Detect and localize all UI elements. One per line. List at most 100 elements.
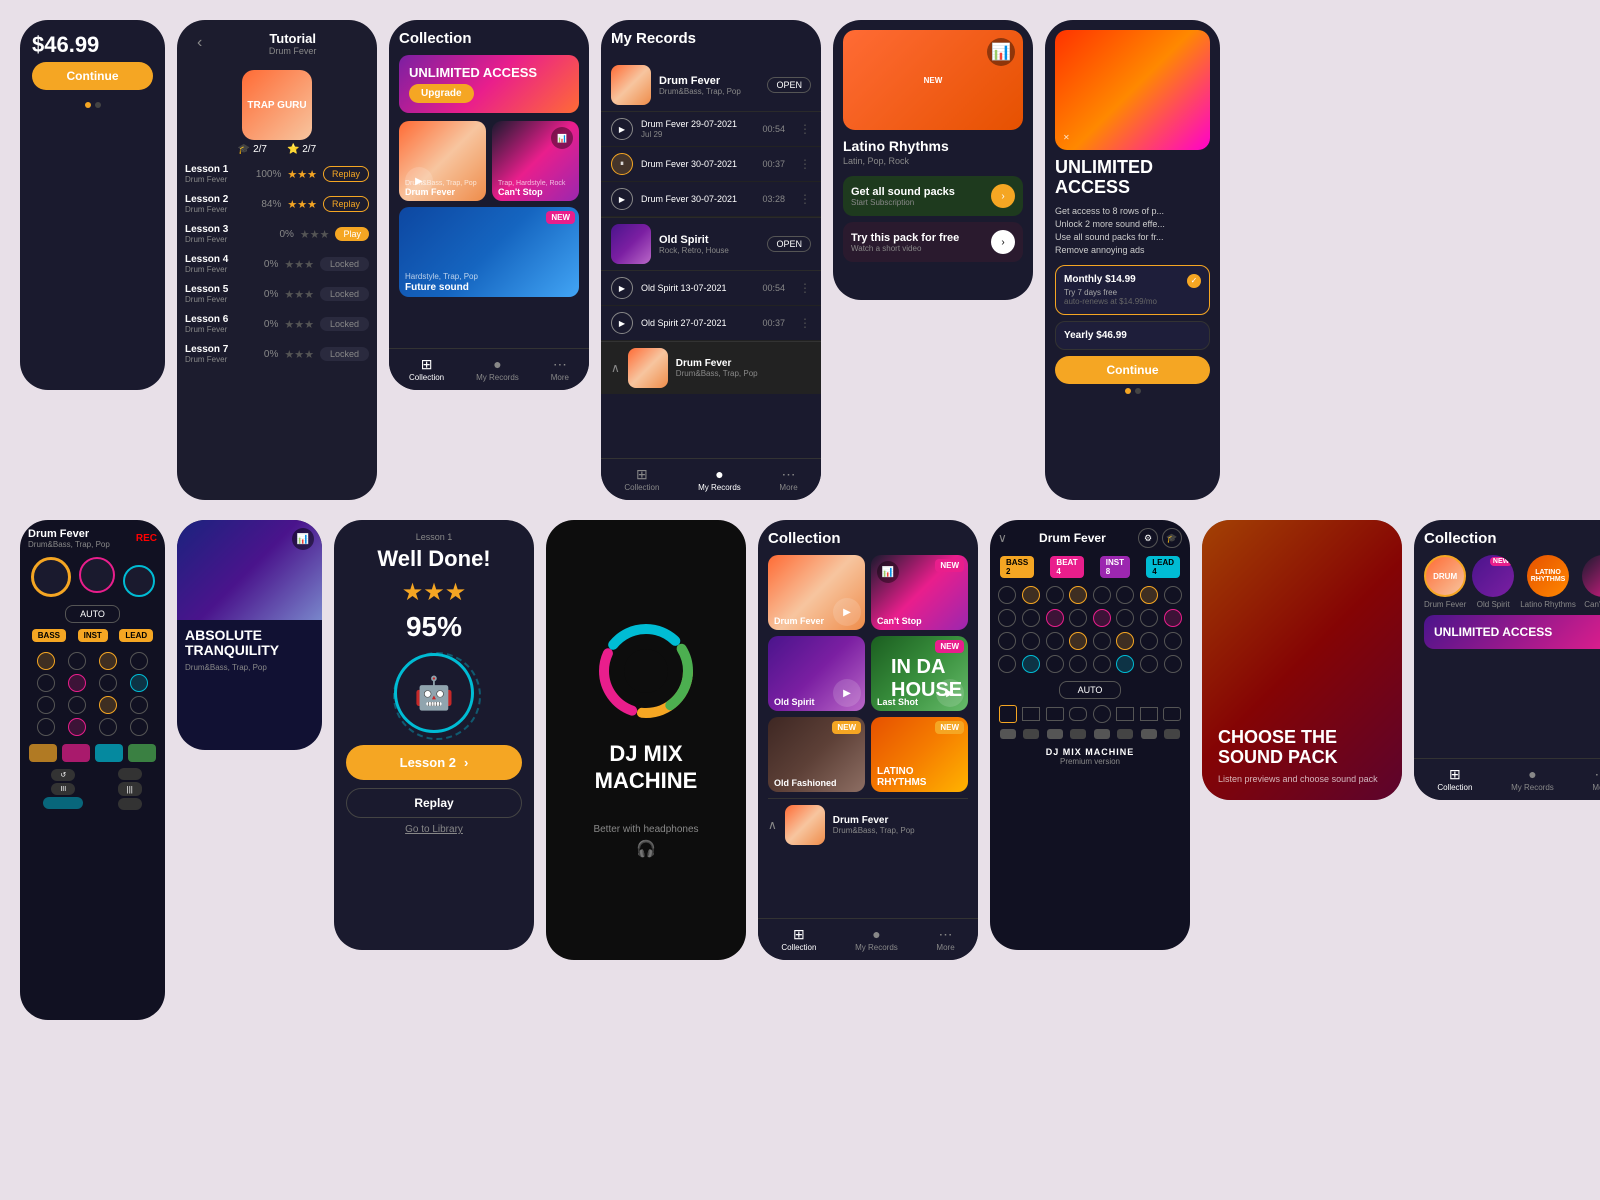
beat-pad-1[interactable] [29,744,57,762]
dot-d2[interactable] [68,718,86,736]
beat-pad-3[interactable] [95,744,123,762]
nav-my-records[interactable]: ●My Records [698,467,741,492]
play-os-icon[interactable]: ▶ [833,679,861,707]
dot-c2[interactable] [68,696,86,714]
play-record-1[interactable]: ▶ [611,118,633,140]
dot-d3[interactable] [99,718,117,736]
unlimited-bullets: Get access to 8 rows of p... Unlock 2 mo… [1055,206,1210,255]
auto-btn-2[interactable]: AUTO [1059,681,1122,699]
nav-col2-records[interactable]: ●My Records [855,927,898,952]
knob-3[interactable] [123,565,155,597]
album-row: DRUM Drum Fever NEW Old Spirit LATINORHY… [1424,555,1600,609]
dot-b1[interactable] [37,674,55,692]
dot-a2[interactable] [68,652,86,670]
open-old-spirit-button[interactable]: OPEN [767,236,811,252]
pause-record-2[interactable]: ⏸ [611,153,633,175]
ctrl-2[interactable]: ||| [118,782,142,796]
ctrl-1[interactable] [118,768,142,780]
dot-d1[interactable] [37,718,55,736]
chevron-expand[interactable]: ∨ [998,531,1007,545]
dot-a4[interactable] [130,652,148,670]
record-more-5[interactable]: ⋮ [799,316,811,330]
nav-col2-collection[interactable]: ⊞Collection [781,927,816,952]
col2-last-shot[interactable]: NEW Last Shot ▶ IN DA HOUSE [871,636,968,711]
dot-c1[interactable] [37,696,55,714]
settings-icon[interactable]: ⚙ [1138,528,1158,548]
open-drum-fever-button[interactable]: OPEN [767,77,811,93]
nav-mini-collection[interactable]: ⊞Collection [1437,767,1472,792]
col2-old-fashioned[interactable]: NEW Old Fashioned [768,717,865,792]
ctrl-3[interactable] [118,798,142,810]
slider-1[interactable]: ↺ [51,769,75,781]
continue-button[interactable]: Continue [32,62,153,90]
col2-old-spirit[interactable]: Old Spirit ▶ [768,636,865,711]
nav-more-rec[interactable]: ⋯More [779,467,797,492]
get-all-packs-btn[interactable]: Get all sound packs Start Subscription › [843,176,1023,216]
monthly-option[interactable]: Monthly $14.99 ✓ Try 7 days free auto-re… [1055,265,1210,315]
album-future-sound[interactable]: NEW Future sound Hardstyle, Trap, Pop [399,207,579,297]
replay-lesson2-button[interactable]: Replay [323,196,369,212]
dot-c4[interactable] [130,696,148,714]
mini-thumb-1: DRUM [1424,555,1466,597]
play-record-5[interactable]: ▶ [611,312,633,334]
mini-album-4[interactable]: Can't Stop [1582,555,1600,609]
record-more-3[interactable]: ⋮ [799,192,811,206]
mini-album-1[interactable]: DRUM Drum Fever [1424,555,1466,609]
col2-latino-rhythms[interactable]: NEW LATINORHYTHMS [871,717,968,792]
nav-collection[interactable]: ⊞Collection [409,357,444,382]
dot-a3[interactable] [99,652,117,670]
nav-mini-more[interactable]: ⋯More [1592,767,1600,792]
active-album-footer-2: ∧ Drum Fever Drum&Bass, Trap, Pop [768,798,968,851]
play-record-3[interactable]: ▶ [611,188,633,210]
tutorial-title: Tutorial [218,31,367,46]
nav-collection-rec[interactable]: ⊞Collection [624,467,659,492]
continue-unlimited-button[interactable]: Continue [1055,356,1210,384]
back-button[interactable]: ‹ [187,28,212,58]
bottom-controls [28,744,157,762]
replay-lesson1-button[interactable]: Replay [323,166,369,182]
nav-more[interactable]: ⋯More [551,357,569,382]
nav-records[interactable]: ●My Records [476,357,519,382]
dot-b4[interactable] [130,674,148,692]
knob-1[interactable] [31,557,71,597]
dot-c3[interactable] [99,696,117,714]
mini-album-2[interactable]: NEW Old Spirit [1472,555,1514,609]
slider-3[interactable] [43,797,83,809]
album-drum-fever[interactable]: Drum Fever Drum&Bass, Trap, Pop ▶ [399,121,486,201]
replay-button[interactable]: Replay [346,788,522,818]
lesson-6-row: Lesson 6 Drum Fever 0% ★★★ Locked [177,309,377,339]
play-lesson3-button[interactable]: Play [335,227,369,241]
next-lesson-button[interactable]: Lesson 2 › [346,745,522,780]
dot-a1[interactable] [37,652,55,670]
col-mini-title: Collection [1424,530,1600,547]
graduation-icon[interactable]: 🎓 [1162,528,1182,548]
play-df-icon[interactable]: ▶ [833,598,861,626]
auto-button[interactable]: AUTO [65,605,120,623]
beat-pad-2[interactable] [62,744,90,762]
beat-pad-4[interactable] [128,744,156,762]
col2-cant-stop[interactable]: NEW Can't Stop 📊 [871,555,968,630]
record-more-1[interactable]: ⋮ [799,122,811,136]
upgrade-button[interactable]: Upgrade [409,84,474,103]
dot-d4[interactable] [130,718,148,736]
mini-album-3[interactable]: LATINORHYTHMS Latino Rhythms [1520,555,1576,609]
chevron-down-2[interactable]: ∧ [768,818,777,832]
slider-2[interactable]: III [51,783,75,795]
play-record-4[interactable]: ▶ [611,277,633,299]
nav-col2-more[interactable]: ⋯More [936,927,954,952]
trap-guru-thumb: TRAP GURU [242,70,312,140]
knob-2[interactable] [79,557,115,593]
record-more-4[interactable]: ⋮ [799,281,811,295]
chevron-down-icon[interactable]: ∧ [611,361,620,375]
album-cant-stop[interactable]: Can't Stop Trap, Hardstyle, Rock 📊 [492,121,579,201]
try-free-btn[interactable]: Try this pack for free Watch a short vid… [843,222,1023,262]
play-icon[interactable]: ▶ [405,167,433,195]
record-more-2[interactable]: ⋮ [799,157,811,171]
yearly-option[interactable]: Yearly $46.99 [1055,321,1210,350]
bullet-1: Get access to 8 rows of p... [1055,206,1210,216]
nav-mini-records[interactable]: ●My Records [1511,767,1554,792]
col2-drum-fever[interactable]: Drum Fever ▶ [768,555,865,630]
go-to-library-link[interactable]: Go to Library [405,824,463,835]
dot-b2[interactable] [68,674,86,692]
dot-b3[interactable] [99,674,117,692]
